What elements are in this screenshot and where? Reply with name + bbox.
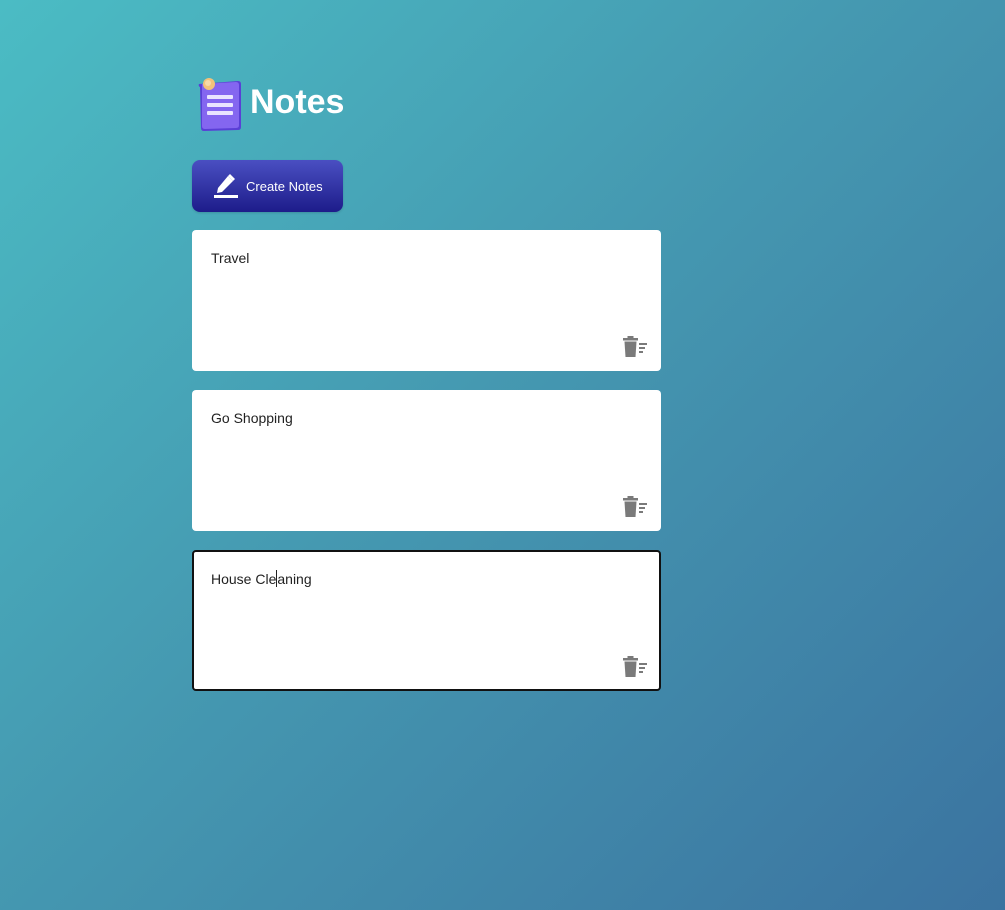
delete-icon[interactable] (622, 496, 648, 518)
note-card-active[interactable]: House Cleaning (192, 550, 661, 691)
delete-icon[interactable] (622, 336, 648, 358)
delete-icon[interactable] (622, 656, 648, 678)
notes-list: Travel Go Shopping House Cleaning (192, 230, 661, 710)
note-card[interactable]: Go Shopping (192, 390, 661, 531)
pen-icon (214, 174, 238, 198)
note-card[interactable]: Travel (192, 230, 661, 371)
note-text-after-caret: aning (277, 571, 312, 587)
page-title: Notes (250, 82, 345, 121)
create-notes-label: Create Notes (246, 178, 323, 194)
notepad-icon (198, 78, 241, 131)
note-text-before-caret: House Cle (211, 571, 277, 587)
note-text[interactable]: House Cleaning (211, 570, 312, 587)
app-header: Notes (192, 74, 662, 134)
note-text[interactable]: Go Shopping (211, 410, 293, 426)
note-text[interactable]: Travel (211, 250, 249, 266)
notes-app: Notes Create Notes Travel Go Shopping Ho… (192, 74, 662, 691)
create-notes-button[interactable]: Create Notes (192, 160, 343, 212)
